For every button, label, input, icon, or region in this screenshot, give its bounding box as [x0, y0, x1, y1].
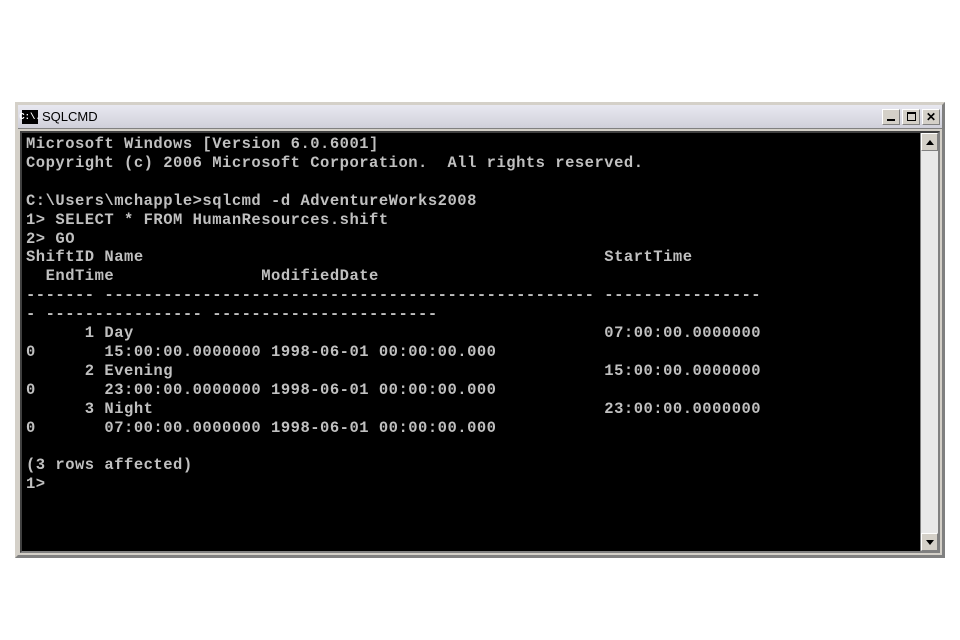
- scroll-down-button[interactable]: [921, 533, 938, 551]
- output-line: C:\Users\mchapple>sqlcmd -d AdventureWor…: [26, 192, 477, 210]
- titlebar[interactable]: C:\. SQLCMD ✕: [18, 105, 942, 129]
- output-line: 1 Day 07:00:00.0000000: [26, 324, 761, 342]
- output-line: Microsoft Windows [Version 6.0.6001]: [26, 135, 379, 153]
- scroll-track[interactable]: [921, 151, 938, 533]
- minimize-button[interactable]: [882, 109, 900, 125]
- output-line: Copyright (c) 2006 Microsoft Corporation…: [26, 154, 644, 172]
- output-line: EndTime ModifiedDate: [26, 267, 379, 285]
- scroll-up-button[interactable]: [921, 133, 938, 151]
- output-line: 3 Night 23:00:00.0000000: [26, 400, 761, 418]
- arrow-up-icon: [926, 140, 934, 145]
- output-line: 2> GO: [26, 230, 75, 248]
- terminal-wrapper: Microsoft Windows [Version 6.0.6001] Cop…: [20, 131, 940, 553]
- minimize-icon: [887, 119, 895, 121]
- output-line: 0 15:00:00.0000000 1998-06-01 00:00:00.0…: [26, 343, 496, 361]
- output-line: 1> SELECT * FROM HumanResources.shift: [26, 211, 389, 229]
- arrow-down-icon: [926, 540, 934, 545]
- output-line: 0 23:00:00.0000000 1998-06-01 00:00:00.0…: [26, 381, 496, 399]
- output-line: ------- --------------------------------…: [26, 286, 761, 304]
- terminal-output[interactable]: Microsoft Windows [Version 6.0.6001] Cop…: [22, 133, 920, 551]
- output-line: 2 Evening 15:00:00.0000000: [26, 362, 761, 380]
- close-button[interactable]: ✕: [922, 109, 940, 125]
- maximize-icon: [907, 112, 916, 121]
- output-line: - ---------------- ---------------------…: [26, 305, 438, 323]
- console-window: C:\. SQLCMD ✕ Microsoft Windows [Version…: [15, 102, 945, 558]
- maximize-button[interactable]: [902, 109, 920, 125]
- output-line: 1>: [26, 475, 46, 493]
- window-icon: C:\.: [22, 110, 38, 124]
- output-line: (3 rows affected): [26, 456, 193, 474]
- output-line: 0 07:00:00.0000000 1998-06-01 00:00:00.0…: [26, 419, 496, 437]
- window-title: SQLCMD: [42, 109, 882, 124]
- vertical-scrollbar[interactable]: [920, 133, 938, 551]
- output-line: ShiftID Name StartTime: [26, 248, 693, 266]
- close-icon: ✕: [926, 110, 936, 124]
- window-controls: ✕: [882, 109, 940, 125]
